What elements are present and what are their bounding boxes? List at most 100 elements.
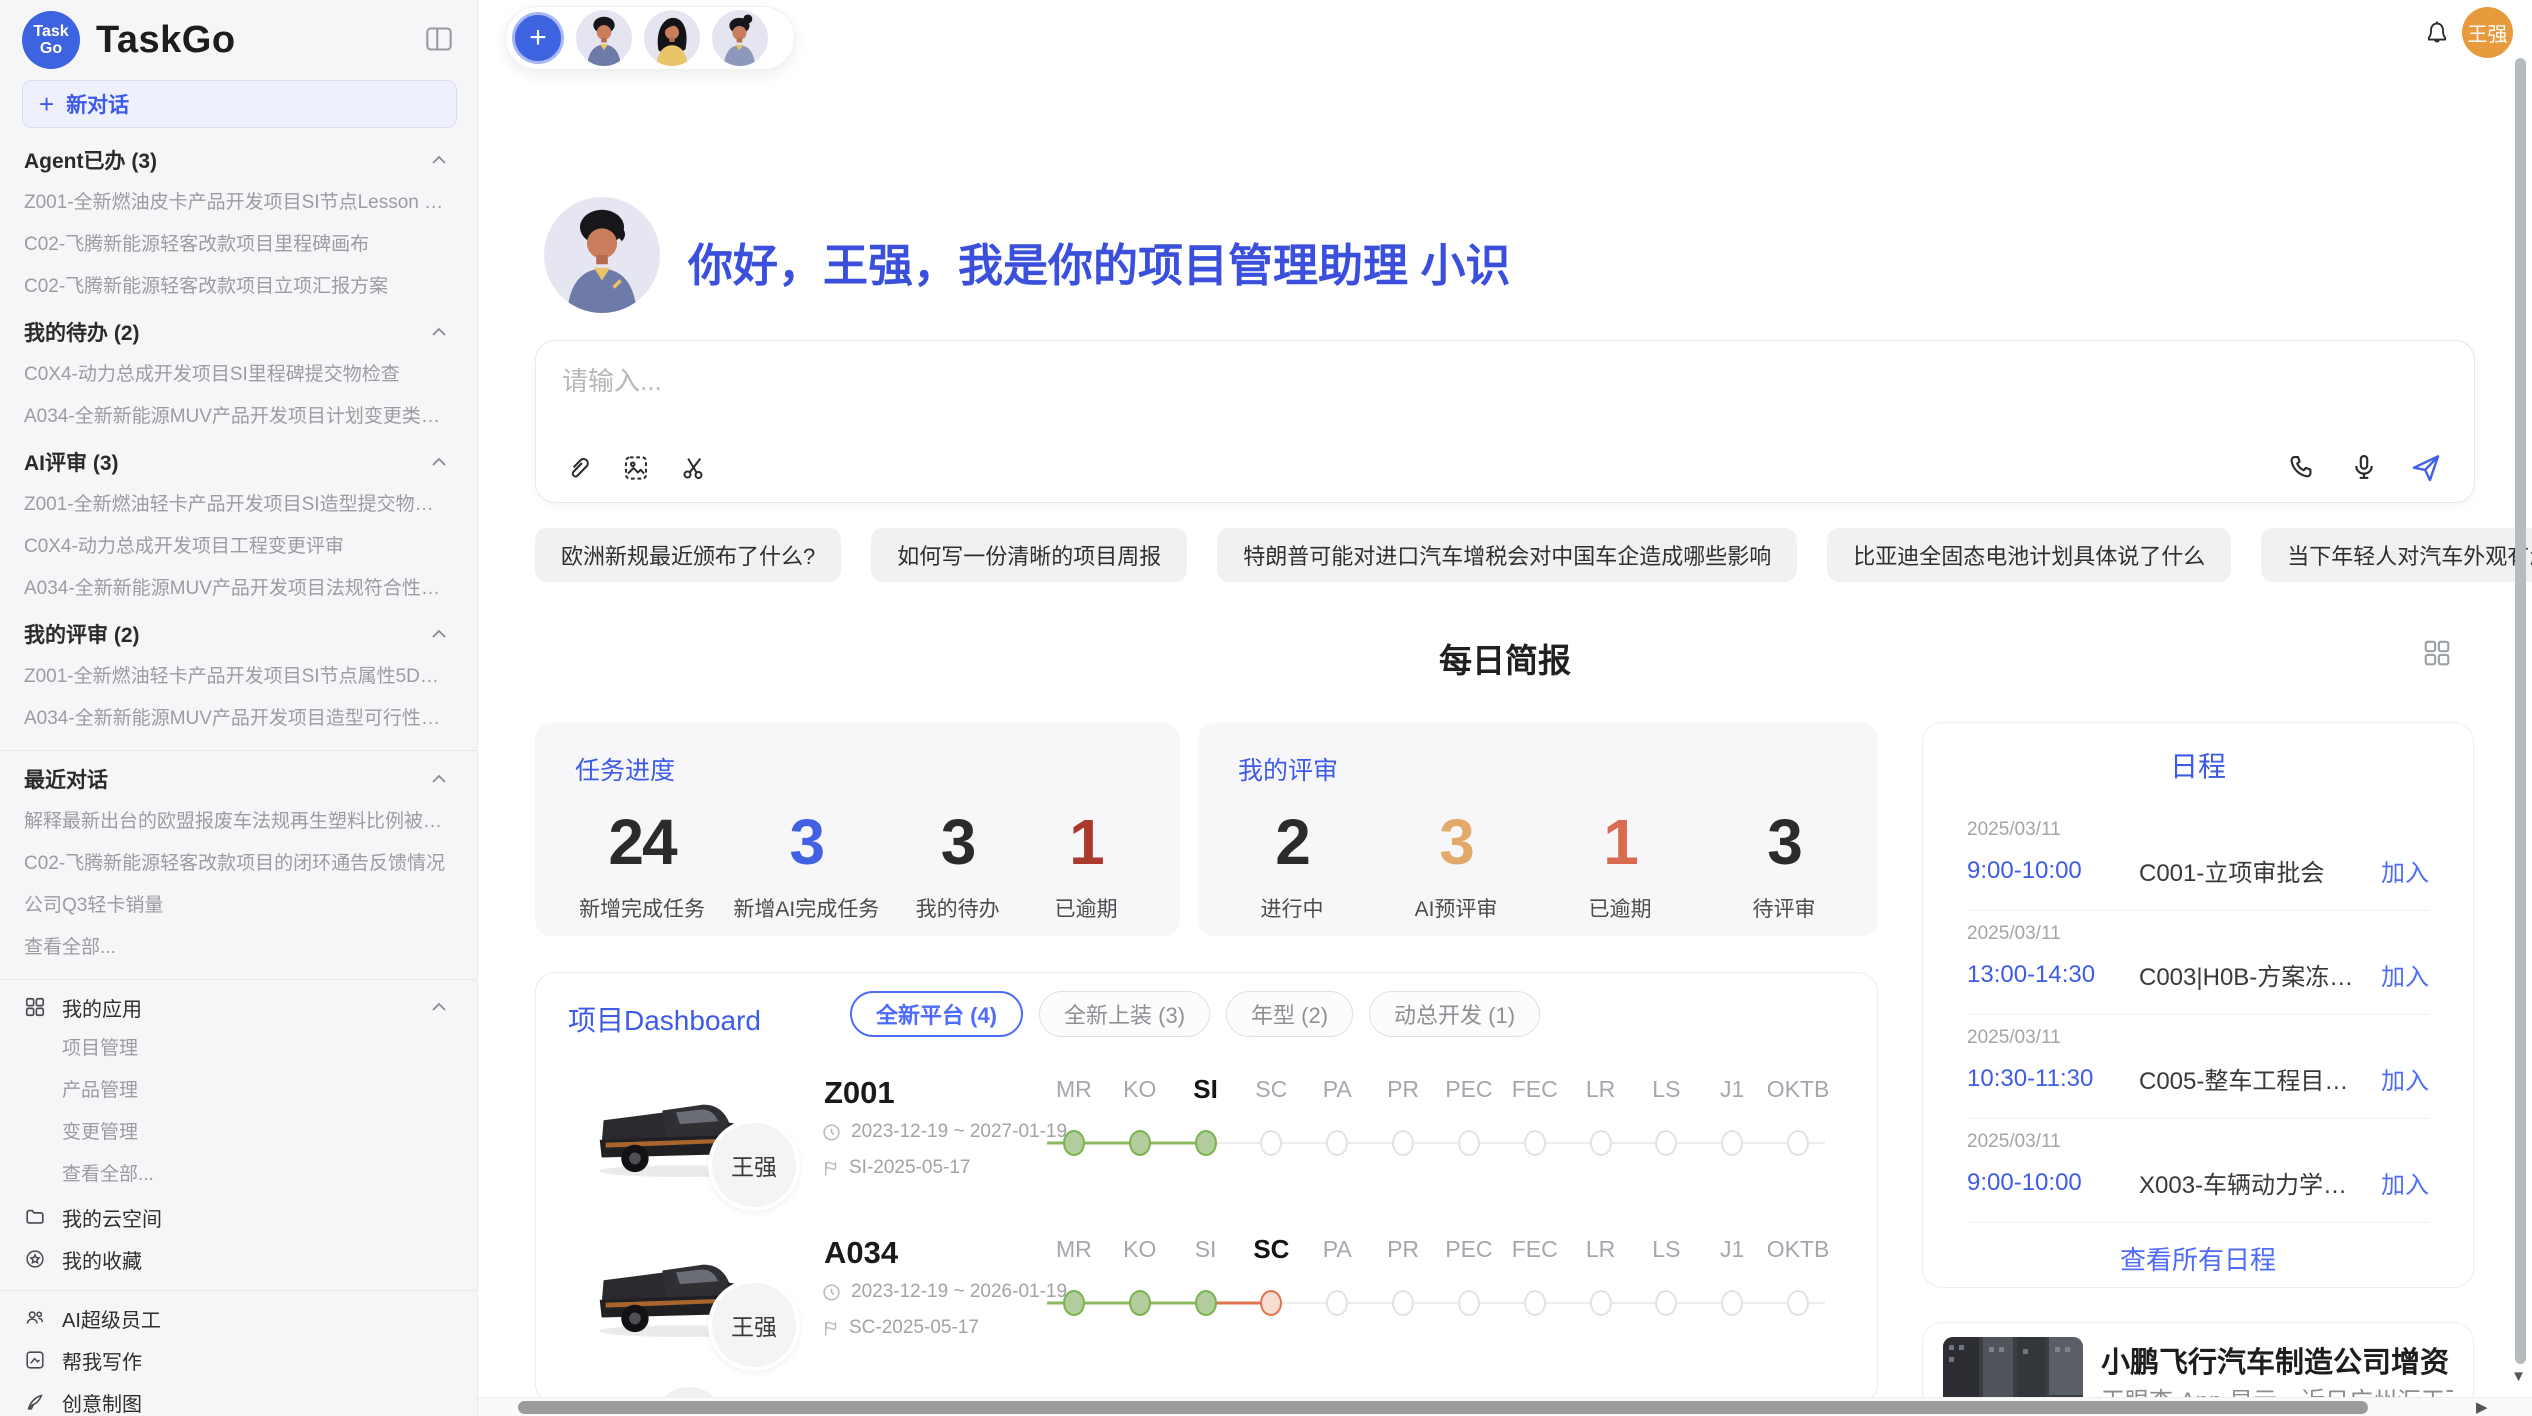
sidebar-item-favorites[interactable]: 我的收藏: [0, 1238, 477, 1280]
milestone-label-PEC: PEC: [1436, 1236, 1502, 1263]
milestone-dot-PEC: [1458, 1130, 1480, 1156]
sidebar-item-my-apps[interactable]: 我的应用: [0, 986, 477, 1028]
sidebar-item[interactable]: A034-全新新能源MUV产品开发项目造型可行性评审: [0, 698, 477, 740]
schedule-event: 2025/03/11 13:00-14:30 C003|H0B-方案冻结评审 加…: [1967, 911, 2429, 1015]
ai-employees-label: AI超级员工: [62, 1304, 447, 1333]
metric-value: 3: [1734, 805, 1834, 879]
layout-grid-icon[interactable]: [2422, 638, 2452, 668]
sidebar-item[interactable]: C02-飞腾新能源轻客改款项目立项汇报方案: [0, 266, 477, 308]
milestone-dot-OKTB: [1787, 1130, 1809, 1156]
filter-chip[interactable]: 动总开发 (1): [1369, 991, 1540, 1037]
join-meeting-link[interactable]: 加入: [2381, 1165, 2429, 1200]
filter-chip[interactable]: 年型 (2): [1226, 991, 1353, 1037]
image-upload-icon[interactable]: [618, 450, 654, 486]
sidebar-item-creative-draw[interactable]: 创意制图: [0, 1381, 477, 1416]
schedule-event: 2025/03/11 10:30-11:30 C005-整车工程目标评审 加入: [1967, 1015, 2429, 1119]
milestone-dot-J1: [1721, 1290, 1743, 1316]
section-title: 我的待办 (2): [24, 317, 140, 347]
filter-chip[interactable]: 全新上装 (3): [1039, 991, 1210, 1037]
milestone-dot-LS: [1655, 1130, 1677, 1156]
sidebar-item-help-write[interactable]: 帮我写作: [0, 1339, 477, 1381]
suggestion-chip[interactable]: 特朗普可能对进口汽车增税会对中国车企造成哪些影响: [1217, 528, 1797, 582]
milestone-dot-SI: [1195, 1290, 1217, 1316]
sidebar-item[interactable]: C02-飞腾新能源轻客改款项目里程碑画布: [0, 224, 477, 266]
milestone-label-MR: MR: [1041, 1076, 1107, 1103]
section-header-my-review[interactable]: 我的评审 (2): [0, 612, 477, 656]
plus-icon: +: [39, 89, 54, 120]
filter-chip[interactable]: 全新平台 (4): [850, 991, 1023, 1037]
scroll-right-arrow-icon[interactable]: ▶: [2476, 1398, 2488, 1416]
project-dashboard-card: 项目Dashboard 全新平台 (4) 全新上装 (3) 年型 (2) 动总开…: [535, 972, 1878, 1404]
project-flag-date: SC-2025-05-17: [822, 1317, 979, 1339]
chat-input[interactable]: [562, 361, 2162, 425]
metric-my-todo: 3 我的待办: [908, 805, 1008, 923]
sidebar-item[interactable]: C0X4-动力总成开发项目工程变更评审: [0, 526, 477, 568]
vertical-scrollbar-thumb[interactable]: [2515, 58, 2526, 1364]
app-item-product-mgmt[interactable]: 产品管理: [0, 1070, 477, 1112]
view-all-chats[interactable]: 查看全部...: [0, 927, 477, 969]
taskgo-app: Task Go TaskGo + 新对话 Agent已办 (3) Z001-全新…: [0, 0, 2532, 1416]
add-agent-button[interactable]: +: [512, 12, 564, 64]
project-row[interactable]: 王强 A034 2023-12-19 ~ 2026-01-19 SC-2025-…: [536, 1245, 1877, 1404]
metric-label: AI预评审: [1406, 893, 1506, 923]
send-icon[interactable]: [2408, 450, 2444, 486]
milestone-label-OKTB: OKTB: [1765, 1076, 1831, 1103]
milestone-label-PA: PA: [1304, 1236, 1370, 1263]
suggestion-chip[interactable]: 如何写一份清晰的项目周报: [871, 528, 1187, 582]
help-write-label: 帮我写作: [62, 1346, 447, 1375]
scroll-down-arrow-icon[interactable]: ▼: [2511, 1368, 2526, 1385]
section-header-ai-review[interactable]: AI评审 (3): [0, 440, 477, 484]
project-flag-date: SI-2025-05-17: [822, 1157, 970, 1179]
recent-chat-item[interactable]: C02-飞腾新能源轻客改款项目的闭环通告反馈情况: [0, 843, 477, 885]
chat-composer: [535, 340, 2475, 503]
collapse-sidebar-icon[interactable]: [425, 26, 453, 52]
milestone-dot-KO: [1129, 1290, 1151, 1316]
horizontal-scrollbar[interactable]: ▶: [478, 1397, 2532, 1416]
agent-avatar[interactable]: [576, 10, 632, 66]
section-header-agent-done[interactable]: Agent已办 (3): [0, 138, 477, 182]
notification-bell-icon[interactable]: [2422, 16, 2452, 48]
sidebar-item-cloud-space[interactable]: 我的云空间: [0, 1196, 477, 1238]
section-header-recent-chats[interactable]: 最近对话: [0, 757, 477, 801]
task-progress-card: 任务进度 24 新增完成任务 3 新增AI完成任务 3 我的待办 1 已逾期: [535, 723, 1180, 936]
suggestion-chip[interactable]: 欧洲新规最近颁布了什么?: [535, 528, 841, 582]
recent-chat-item[interactable]: 解释最新出台的欧盟报废车法规再生塑料比例被调至15%...: [0, 801, 477, 843]
app-item-project-mgmt[interactable]: 项目管理: [0, 1028, 477, 1070]
project-name: Z001: [824, 1075, 895, 1111]
milestone-label-LS: LS: [1633, 1076, 1699, 1103]
milestone-dot-SI: [1195, 1130, 1217, 1156]
voice-call-icon[interactable]: [2284, 450, 2320, 486]
sidebar: Task Go TaskGo + 新对话 Agent已办 (3) Z001-全新…: [0, 0, 478, 1416]
attach-file-icon[interactable]: [560, 450, 596, 486]
suggestion-chip[interactable]: 当下年轻人对汽车外观有怎样的喜好趋势: [2261, 528, 2532, 582]
chevron-up-icon: [431, 155, 447, 165]
schedule-event: 2025/03/11 9:00-10:00 C001-立项审批会 加入: [1967, 807, 2429, 911]
sidebar-item[interactable]: C0X4-动力总成开发项目SI里程碑提交物检查: [0, 354, 477, 396]
join-meeting-link[interactable]: 加入: [2381, 1061, 2429, 1096]
sidebar-item[interactable]: Z001-全新燃油轻卡产品开发项目SI节点属性5D文件评审: [0, 656, 477, 698]
sidebar-item[interactable]: A034-全新新能源MUV产品开发项目法规符合性评审: [0, 568, 477, 610]
assistant-avatar: [544, 197, 660, 313]
sidebar-item[interactable]: Z001-全新燃油皮卡产品开发项目SI节点Lesson Learn报告: [0, 182, 477, 224]
view-all-apps[interactable]: 查看全部...: [0, 1154, 477, 1196]
view-all-schedule-link[interactable]: 查看所有日程: [1923, 1223, 2473, 1288]
microphone-icon[interactable]: [2346, 450, 2382, 486]
sidebar-item-ai-employees[interactable]: AI超级员工: [0, 1297, 477, 1339]
sidebar-item[interactable]: A034-全新新能源MUV产品开发项目计划变更类编写: [0, 396, 477, 438]
join-meeting-link[interactable]: 加入: [2381, 957, 2429, 992]
user-avatar[interactable]: 王强: [2462, 7, 2513, 58]
horizontal-scrollbar-thumb[interactable]: [518, 1401, 2368, 1414]
agent-avatar[interactable]: [712, 10, 768, 66]
star-badge-icon: [24, 1248, 46, 1270]
scissors-icon[interactable]: [676, 450, 712, 486]
sidebar-item[interactable]: Z001-全新燃油轻卡产品开发项目SI造型提交物评审: [0, 484, 477, 526]
agent-avatar[interactable]: [644, 10, 700, 66]
recent-chat-item[interactable]: 公司Q3轻卡销量: [0, 885, 477, 927]
join-meeting-link[interactable]: 加入: [2381, 853, 2429, 888]
metric-new-completed: 24 新增完成任务: [579, 805, 705, 923]
project-row[interactable]: 王强 Z001 2023-12-19 ~ 2027-01-19 SI-2025-…: [536, 1085, 1877, 1245]
new-chat-button[interactable]: + 新对话: [22, 80, 457, 128]
app-item-change-mgmt[interactable]: 变更管理: [0, 1112, 477, 1154]
suggestion-chip[interactable]: 比亚迪全固态电池计划具体说了什么: [1827, 528, 2231, 582]
section-header-my-todo[interactable]: 我的待办 (2): [0, 310, 477, 354]
